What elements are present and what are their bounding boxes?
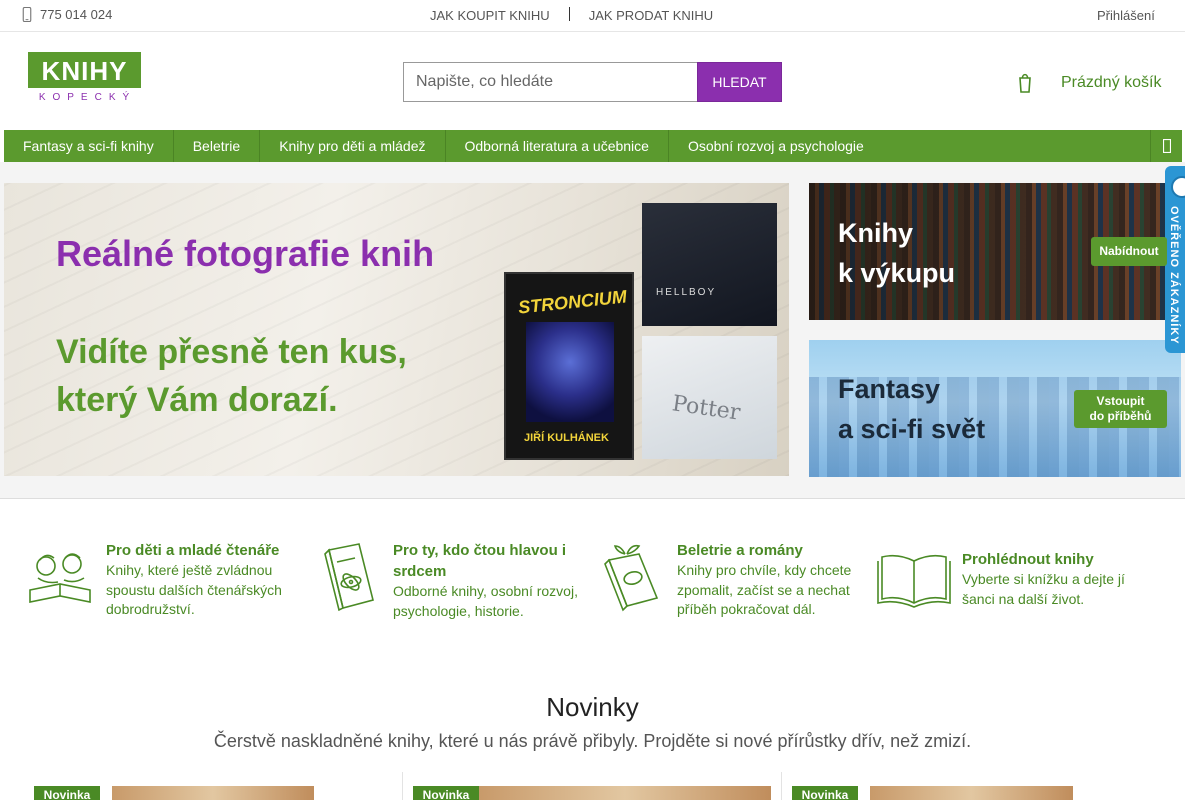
book-cover-label: Potter bbox=[670, 391, 742, 426]
physics-book-icon bbox=[324, 543, 374, 612]
feature-browse[interactable]: Prohlédnout knihy Vyberte si knížku a de… bbox=[876, 549, 1142, 609]
how-to-buy-link[interactable]: JAK KOUPIT KNIHU bbox=[430, 8, 550, 23]
top-links-divider bbox=[568, 6, 570, 21]
book-spine-label: HELLBOY bbox=[656, 287, 717, 298]
nav-item-fantasy[interactable]: Fantasy a sci-fi knihy bbox=[4, 130, 174, 162]
product-card[interactable]: Novinka bbox=[792, 772, 1162, 800]
feature-beletrie-text: Beletrie a romány Knihy pro chvíle, kdy … bbox=[677, 540, 855, 620]
feature-title: Prohlédnout knihy bbox=[962, 551, 1094, 568]
card-divider bbox=[781, 772, 782, 800]
hero-book-stroncium: STRONCIUM JIŘÍ KULHÁNEK bbox=[504, 272, 634, 460]
fantasy-banner[interactable]: Fantasy a sci-fi svět Vstoupit do příběh… bbox=[809, 340, 1181, 477]
feature-description: Odborné knihy, osobní rozvoj, psychologi… bbox=[393, 583, 578, 619]
offer-button[interactable]: Nabídnout bbox=[1091, 237, 1167, 266]
site-logo[interactable]: KNIHY KOPECKÝ bbox=[28, 52, 141, 108]
search-input[interactable] bbox=[403, 62, 697, 102]
verified-seal-icon bbox=[1171, 176, 1185, 198]
new-arrivals-title: Novinky bbox=[546, 692, 639, 722]
nav-item-professional[interactable]: Odborná literatura a učebnice bbox=[446, 130, 669, 162]
feature-professional-text: Pro ty, kdo čtou hlavou i srdcem Odborné… bbox=[393, 540, 581, 621]
new-badge: Novinka bbox=[34, 786, 100, 800]
new-badge: Novinka bbox=[792, 786, 858, 800]
top-bar: 775 014 024 JAK KOUPIT KNIHU JAK PRODAT … bbox=[0, 0, 1185, 32]
enter-stories-button[interactable]: Vstoupit do příběhů bbox=[1074, 390, 1167, 428]
fantasy-title-line-1: Fantasy bbox=[838, 374, 941, 404]
hero-line-2: který Vám dorazí. bbox=[56, 381, 338, 419]
open-book-icon bbox=[877, 554, 951, 608]
search-button[interactable]: HLEDAT bbox=[697, 62, 782, 102]
hero-book-potter: Potter bbox=[642, 336, 777, 459]
category-nav: Fantasy a sci-fi knihy Beletrie Knihy pr… bbox=[4, 130, 1182, 162]
fantasy-title: Fantasy a sci-fi svět bbox=[838, 369, 985, 449]
feature-beletrie[interactable]: Beletrie a romány Knihy pro chvíle, kdy … bbox=[595, 540, 855, 620]
product-card[interactable]: Novinka bbox=[34, 772, 404, 800]
verified-reviews-badge[interactable]: OVĚŘENO ZÁKAZNÍKY bbox=[1165, 166, 1185, 353]
feature-title: Pro ty, kdo čtou hlavou i srdcem bbox=[393, 542, 567, 580]
fantasy-title-line-2: a sci-fi svět bbox=[838, 414, 986, 444]
phone-number: 775 014 024 bbox=[40, 7, 113, 22]
book-title: STRONCIUM bbox=[517, 286, 628, 318]
product-image bbox=[479, 786, 771, 800]
hero-headline: Reálné fotografie knih bbox=[56, 233, 435, 274]
product-image bbox=[870, 786, 1073, 800]
product-card[interactable]: Novinka bbox=[413, 772, 783, 800]
book-cover-art bbox=[526, 322, 614, 422]
feature-description: Knihy pro chvíle, kdy chcete zpomalit, z… bbox=[677, 562, 852, 617]
menu-more-icon bbox=[1162, 139, 1171, 153]
nav-item-beletrie[interactable]: Beletrie bbox=[174, 130, 261, 162]
buyback-title: Knihy k výkupu bbox=[838, 213, 955, 293]
feature-children-text: Pro děti a mladé čtenáře Knihy, které je… bbox=[106, 540, 286, 620]
feature-browse-text: Prohlédnout knihy Vyberte si knížku a de… bbox=[962, 549, 1142, 609]
feature-title: Pro děti a mladé čtenáře bbox=[106, 542, 280, 559]
feature-description: Knihy, které ještě zvládnou spoustu dalš… bbox=[106, 562, 282, 617]
phone-contact[interactable]: 775 014 024 bbox=[22, 7, 112, 22]
feature-children[interactable]: Pro děti a mladé čtenáře Knihy, které je… bbox=[24, 540, 286, 620]
cart-icon bbox=[1019, 73, 1031, 93]
nav-more-button[interactable] bbox=[1150, 130, 1182, 162]
feature-professional[interactable]: Pro ty, kdo čtou hlavou i srdcem Odborné… bbox=[311, 540, 581, 621]
cart[interactable]: Prázdný košík bbox=[1018, 72, 1161, 94]
children-reading-icon bbox=[29, 553, 91, 603]
nav-item-personal-growth[interactable]: Osobní rozvoj a psychologie bbox=[669, 130, 883, 162]
enter-button-line-1: Vstoupit bbox=[1096, 394, 1145, 408]
feature-title: Beletrie a romány bbox=[677, 542, 803, 559]
novel-book-icon bbox=[604, 544, 659, 612]
new-badge: Novinka bbox=[413, 786, 479, 800]
buyback-banner[interactable]: Knihy k výkupu Nabídnout bbox=[809, 183, 1181, 320]
how-to-sell-link[interactable]: JAK PRODAT KNIHU bbox=[589, 8, 713, 23]
nav-item-children[interactable]: Knihy pro děti a mládež bbox=[260, 130, 446, 162]
enter-button-line-2: do příběhů bbox=[1089, 409, 1152, 423]
hero-book-hellboy: HELLBOY bbox=[642, 203, 777, 326]
login-link[interactable]: Přihlášení bbox=[1097, 8, 1155, 23]
top-links: JAK KOUPIT KNIHU JAK PRODAT KNIHU bbox=[430, 6, 713, 23]
search-form: HLEDAT bbox=[403, 62, 782, 102]
buyback-title-line-1: Knihy bbox=[838, 218, 914, 248]
card-divider bbox=[402, 772, 403, 800]
new-arrivals-subtitle: Čerstvě naskladněné knihy, které u nás p… bbox=[213, 731, 972, 751]
hero-banner[interactable]: Reálné fotografie knih Vidíte přesně ten… bbox=[4, 183, 789, 476]
cart-label: Prázdný košík bbox=[1061, 74, 1162, 91]
phone-icon bbox=[22, 7, 32, 22]
verified-badge-text: OVĚŘENO ZÁKAZNÍKY bbox=[1168, 206, 1180, 345]
buyback-title-line-2: k výkupu bbox=[838, 258, 956, 288]
product-image bbox=[112, 786, 314, 800]
hero-line-1: Vidíte přesně ten kus, bbox=[56, 333, 407, 371]
feature-description: Vyberte si knížku a dejte jí šanci na da… bbox=[962, 571, 1125, 607]
logo-sub: KOPECKÝ bbox=[38, 92, 137, 103]
book-author: JIŘÍ KULHÁNEK bbox=[524, 432, 609, 444]
logo-main: KNIHY bbox=[28, 52, 141, 88]
